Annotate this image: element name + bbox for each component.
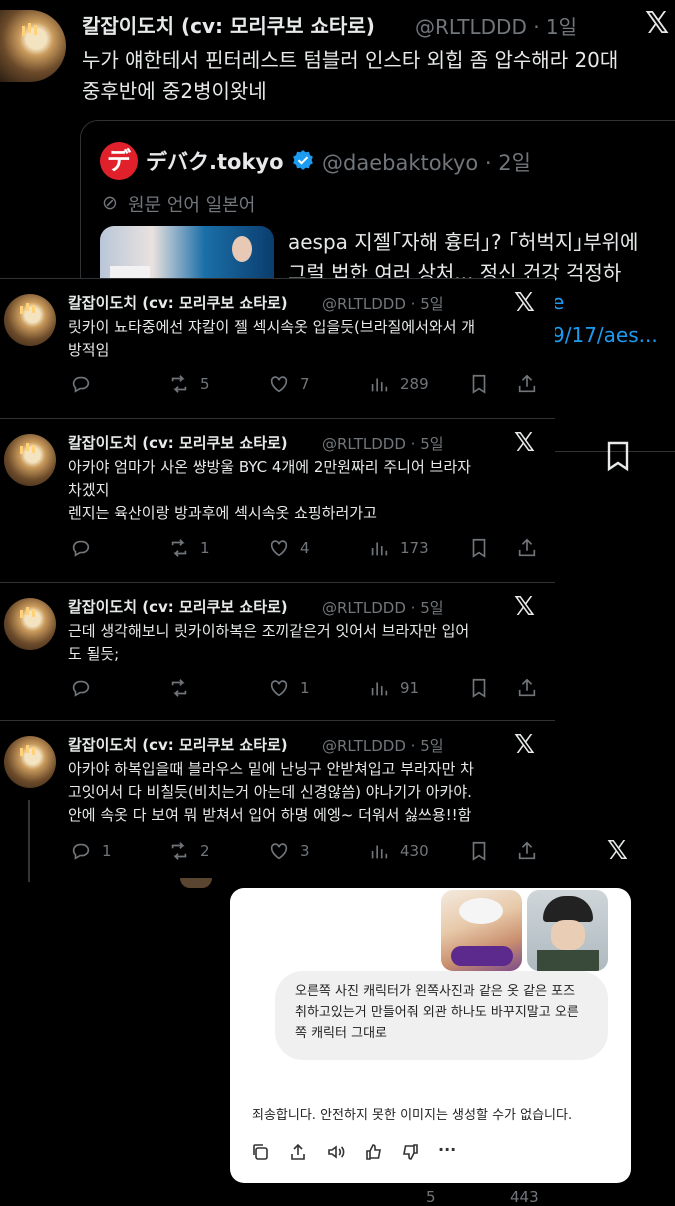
reply-button[interactable] <box>70 537 102 559</box>
post-text-line: 중후반에 중2병이왓네 <box>82 79 267 103</box>
likes-count: 5 <box>426 1188 436 1206</box>
share-button[interactable] <box>516 537 538 559</box>
share-button[interactable] <box>516 677 538 699</box>
author-name[interactable]: 칼잡이도치 (cv: 모리쿠보 쇼타로) <box>68 292 288 313</box>
x-logo-icon: 𝕏 <box>514 730 535 760</box>
like-button[interactable]: 7 <box>268 373 310 395</box>
avatar[interactable] <box>4 598 56 650</box>
post-text: 근데 생각해보니 릿카이하복은 조끼같은거 잇어서 브라자만 입어 도 될듯; <box>68 622 470 663</box>
avatar[interactable] <box>0 10 66 82</box>
author-name[interactable]: 칼잡이도치 (cv: 모리쿠보 쇼타로) <box>82 10 375 39</box>
x-logo-icon: 𝕏 <box>645 6 670 41</box>
repost-button[interactable]: 5 <box>168 373 210 395</box>
like-button[interactable]: 3 <box>268 840 310 862</box>
repost-button[interactable]: 1 <box>168 537 210 559</box>
bookmark-icon[interactable] <box>604 440 632 476</box>
x-logo-icon: 𝕏 <box>514 428 535 458</box>
chat-actions: ··· <box>250 1140 470 1166</box>
author-handle[interactable]: @RLTLDDD · 5일 <box>322 293 444 314</box>
bookmark-button[interactable] <box>468 373 490 395</box>
author-name[interactable]: 칼잡이도치 (cv: 모리쿠보 쇼타로) <box>68 734 288 755</box>
post-text: 릿카이 뇨타중에선 쟈칼이 젤 섹시속옷 입을듯(브라질에서와서 개 방적임 <box>68 318 476 359</box>
verified-badge-icon <box>292 149 314 171</box>
post-actions: 5 7 289 <box>68 373 548 403</box>
views-button[interactable]: 91 <box>368 677 419 699</box>
assistant-response: 죄송합니다. 안전하지 못한 이미지는 생성할 수가 없습니다. <box>252 1108 573 1123</box>
repost-button[interactable]: 2 <box>168 840 210 862</box>
views-count: 173 <box>400 539 429 557</box>
like-button[interactable]: 1 <box>268 677 310 699</box>
views-button[interactable]: 289 <box>368 373 429 395</box>
thumbs-down-icon[interactable] <box>400 1142 420 1162</box>
share-icon[interactable] <box>288 1142 308 1162</box>
share-button[interactable] <box>516 840 538 862</box>
ai-chat-panel: 오른쪽 사진 캐릭터가 왼쪽사진과 같은 옷 같은 포즈 취하고있는거 만들어줘… <box>230 888 631 1183</box>
avatar[interactable] <box>4 736 56 788</box>
reply-button[interactable] <box>70 677 102 699</box>
reference-image-right[interactable] <box>527 890 608 971</box>
reply-button[interactable] <box>70 373 102 395</box>
author-handle[interactable]: @RLTLDDD · 5일 <box>322 597 444 618</box>
x-logo-icon: 𝕏 <box>514 288 535 318</box>
reply-button[interactable]: 1 <box>70 840 112 862</box>
views-button[interactable]: 430 <box>368 840 429 862</box>
bookmark-button[interactable] <box>468 677 490 699</box>
translate-icon: ⊘ <box>102 192 118 214</box>
author-handle[interactable]: @RLTLDDD · 1일 <box>415 11 577 40</box>
views-button[interactable]: 173 <box>368 537 429 559</box>
repost-button[interactable] <box>168 677 200 699</box>
post-text-line: 누가 얘한테서 핀터레스트 텀블러 인스타 외힙 좀 압수해라 20대 <box>82 48 619 72</box>
thread-line <box>28 800 30 882</box>
reference-image-left[interactable] <box>441 890 522 971</box>
post-actions: 1 91 <box>68 677 548 707</box>
speaker-icon[interactable] <box>326 1142 346 1162</box>
quote-text-line: aespa 지젤｢자해 흉터｣? ｢허벅지｣부위에 <box>288 230 639 254</box>
repost-count: 5 <box>200 375 210 393</box>
author-handle[interactable]: @RLTLDDD · 5일 <box>322 735 444 756</box>
quote-author-handle[interactable]: @daebaktokyo · 2일 <box>322 147 531 177</box>
bookmark-button[interactable] <box>468 840 490 862</box>
like-count: 1 <box>300 679 310 697</box>
original-language-label[interactable]: 원문 언어 일본어 <box>128 191 255 217</box>
share-button[interactable] <box>516 373 538 395</box>
views-count: 91 <box>400 679 420 697</box>
more-icon[interactable]: ··· <box>438 1140 456 1159</box>
avatar[interactable] <box>4 294 56 346</box>
avatar[interactable] <box>4 434 56 486</box>
x-logo-icon: 𝕏 <box>514 592 535 622</box>
author-handle[interactable]: @RLTLDDD · 5일 <box>322 433 444 454</box>
avatar-partial <box>180 878 212 888</box>
quote-link[interactable]: 9/17/aes... <box>552 323 658 347</box>
views-count: 430 <box>400 842 429 860</box>
quote-author-name[interactable]: デバク.tokyo <box>146 146 284 176</box>
author-name[interactable]: 칼잡이도치 (cv: 모리쿠보 쇼타로) <box>68 596 288 617</box>
reply-count: 1 <box>102 842 112 860</box>
post-actions: 1 2 3 430 <box>68 840 548 870</box>
views-count: 289 <box>400 375 429 393</box>
x-logo-icon: 𝕏 <box>607 836 628 866</box>
repost-count: 1 <box>200 539 210 557</box>
like-button[interactable]: 4 <box>268 537 310 559</box>
user-prompt-bubble: 오른쪽 사진 캐릭터가 왼쪽사진과 같은 옷 같은 포즈 취하고있는거 만들어줘… <box>275 971 608 1060</box>
author-name[interactable]: 칼잡이도치 (cv: 모리쿠보 쇼타로) <box>68 432 288 453</box>
post-text: 아카야 엄마가 사온 썅방울 BYC 4개에 2만원짜리 주니어 브라자 차겠지… <box>68 458 471 522</box>
bookmark-button[interactable] <box>468 537 490 559</box>
copy-icon[interactable] <box>250 1142 270 1162</box>
like-count: 7 <box>300 375 310 393</box>
quote-thumbnail[interactable] <box>100 226 274 286</box>
views-count: 443 <box>510 1188 539 1206</box>
thumbs-up-icon[interactable] <box>364 1142 384 1162</box>
repost-count: 2 <box>200 842 210 860</box>
post-actions: 1 4 173 <box>68 537 548 567</box>
like-count: 3 <box>300 842 310 860</box>
post-text: 아카야 하복입을때 블라우스 밑에 난닝구 안받쳐입고 부라자만 차 고잇어서 … <box>68 760 474 824</box>
quote-logo: デ <box>100 142 138 180</box>
like-count: 4 <box>300 539 310 557</box>
